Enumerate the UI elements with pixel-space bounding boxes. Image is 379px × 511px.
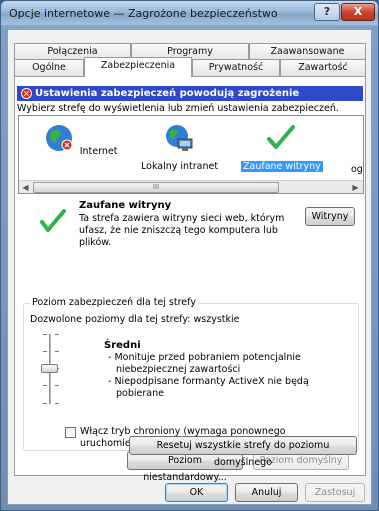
slider-tick: [55, 334, 59, 335]
zone-info: Zaufane witryny Ta strefa zawiera witryn…: [23, 197, 358, 252]
slider-tick: [43, 351, 47, 352]
security-level-slider[interactable]: [38, 334, 62, 404]
checkmark-icon: [267, 125, 295, 149]
apply-button[interactable]: Zastosuj: [305, 483, 365, 502]
window-title: Opcje internetowe — Zagrożone bezpieczeń…: [9, 7, 278, 20]
zone-label: Lokalny intranet: [141, 161, 219, 172]
level-description: - Monituje przed pobraniem potencjalnie …: [108, 352, 353, 400]
close-button[interactable]: X: [341, 3, 375, 21]
protected-mode-checkbox[interactable]: [65, 427, 76, 438]
security-tab-panel: × Ustawienia zabezpieczeń powodują zagro…: [14, 76, 366, 483]
level-bullet: - Monituje przed pobraniem potencjalnie …: [108, 352, 301, 375]
tab-zabezpieczenia[interactable]: Zabezpieczenia: [84, 57, 192, 77]
zone-trusted-sites[interactable]: Zaufane witryny: [241, 122, 323, 172]
slider-tick: [55, 403, 59, 404]
scroll-right-icon[interactable]: ▶: [349, 182, 362, 193]
intranet-icon: [166, 125, 193, 151]
scroll-thumb[interactable]: III: [33, 182, 279, 193]
security-warning-bar: × Ustawienia zabezpieczeń powodują zagro…: [17, 86, 363, 114]
security-level-name: Średni: [104, 340, 141, 351]
zone-label: Zaufane witryny: [241, 161, 323, 172]
tab-prywatnosc[interactable]: Prywatność: [192, 59, 280, 76]
zone-label-cutoff: og: [351, 164, 363, 175]
zone-title: Zaufane witryny: [79, 200, 172, 211]
zone-internet[interactable]: Internet: [41, 122, 121, 157]
title-bar[interactable]: Opcje internetowe — Zagrożone bezpieczeń…: [1, 1, 378, 25]
globe-icon: [45, 125, 73, 151]
help-button[interactable]: ?: [314, 3, 340, 21]
zone-label: Internet: [79, 146, 118, 157]
trusted-checkmark-icon: [40, 209, 66, 232]
zones-horizontal-scrollbar[interactable]: ◀ III ▶: [19, 180, 363, 193]
slider-tick: [43, 385, 47, 386]
allowed-levels-text: Dozwolone poziomy dla tej strefy: wszyst…: [30, 314, 240, 325]
slider-tick: [43, 334, 47, 335]
choose-zone-text: Wybierz strefę do wyświetlenia lub zmień…: [17, 103, 339, 114]
level-group-legend: Poziom zabezpieczeń dla tej strefy: [30, 297, 198, 308]
slider-tick: [55, 385, 59, 386]
dialog-client-area: Połączenia Programy Zaawansowane Ogólne …: [7, 29, 372, 505]
tab-row-front: Ogólne Zabezpieczenia Prywatność Zawarto…: [14, 57, 366, 77]
sites-button[interactable]: Witryny: [305, 207, 355, 226]
tab-zawartosc[interactable]: Zawartość: [280, 59, 366, 76]
shield-warning-icon: ×: [21, 88, 32, 99]
internet-options-window: Opcje internetowe — Zagrożone bezpieczeń…: [0, 0, 379, 511]
slider-thumb[interactable]: [41, 364, 58, 373]
scroll-left-icon[interactable]: ◀: [19, 182, 32, 193]
tab-zaawansowane[interactable]: Zaawansowane: [249, 43, 366, 60]
slider-tick: [43, 403, 47, 404]
zone-description: Ta strefa zawiera witryny sieci web, któ…: [79, 213, 285, 248]
zone-local-intranet[interactable]: Lokalny intranet: [139, 122, 219, 172]
tab-ogolne[interactable]: Ogólne: [14, 59, 84, 76]
reset-all-zones-button[interactable]: Resetuj wszystkie strefy do poziomu domy…: [129, 436, 357, 468]
cancel-button[interactable]: Anuluj: [235, 483, 298, 502]
ok-button[interactable]: OK: [165, 483, 228, 502]
level-bullet: - Niepodpisane formanty ActiveX nie będą…: [108, 376, 309, 399]
zones-list[interactable]: Internet Lokalny intranet Zaufane witryn…: [18, 115, 364, 194]
slider-tick: [55, 351, 59, 352]
